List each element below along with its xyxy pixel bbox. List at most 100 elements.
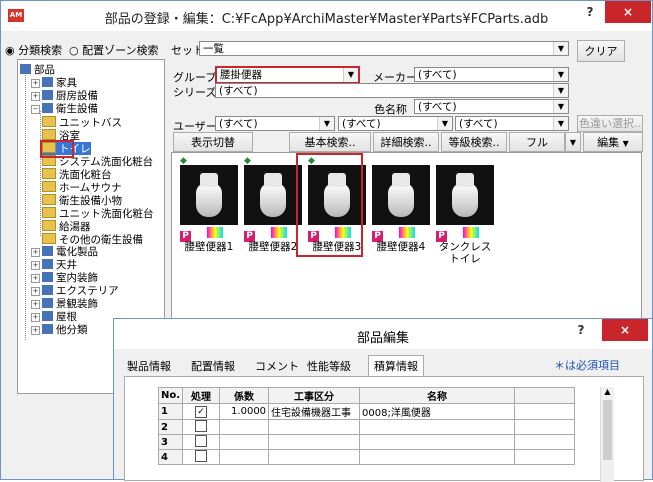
color-combo[interactable]: (すべて) ▼	[414, 99, 569, 114]
tree-item[interactable]: + 厨房設備	[31, 90, 98, 103]
name-cell[interactable]	[359, 449, 516, 465]
tree-item[interactable]: + エクステリア	[31, 285, 119, 298]
clear-button[interactable]: クリア	[577, 40, 625, 62]
full-button[interactable]: フル	[509, 132, 565, 152]
tree-item-label: ユニットバス	[59, 117, 122, 129]
tab-product-info[interactable]: 製品情報	[127, 358, 171, 374]
process-checkbox[interactable]: ✓	[195, 406, 208, 418]
table-row[interactable]: 2	[158, 419, 576, 435]
factor-cell[interactable]	[219, 419, 270, 435]
part-thumbnail[interactable]: P 腰壁便器4	[372, 165, 430, 253]
expand-toggle-icon[interactable]: +	[31, 92, 40, 101]
factor-cell[interactable]: 1.0000	[219, 403, 270, 420]
full-dropdown-button[interactable]: ▼	[565, 132, 581, 152]
chevron-down-icon: ▼	[343, 68, 358, 82]
expand-toggle-icon[interactable]: −	[31, 105, 40, 114]
tab-comment[interactable]: コメント	[255, 358, 299, 374]
close-button[interactable]: ×	[605, 1, 651, 23]
maker-combo[interactable]: (すべて) ▼	[414, 67, 569, 82]
part-thumbnail[interactable]: P 腰壁便器2 ◆	[244, 156, 302, 253]
tree-item[interactable]: 衛生設備小物	[42, 194, 122, 207]
category-cell[interactable]: 住宅設備機器工事	[268, 403, 361, 420]
table-row[interactable]: 3	[158, 434, 576, 450]
tree-item[interactable]: + 他分類	[31, 324, 88, 337]
set-combo[interactable]: 一覧 ▼	[199, 41, 569, 56]
table-scrollbar[interactable]: ▲	[600, 387, 614, 482]
grade-search-button[interactable]: 等級検索..	[441, 132, 507, 152]
category-cell[interactable]	[268, 449, 361, 465]
scrollbar-thumb[interactable]	[603, 400, 612, 460]
tree-item[interactable]: 洗面化粧台	[42, 168, 112, 181]
detail-search-button[interactable]: 詳細検索..	[373, 132, 439, 152]
color-variant-button[interactable]: 色違い選択..	[577, 115, 643, 132]
tab-performance[interactable]: 性能等級	[307, 358, 351, 374]
tree-item[interactable]: ホームサウナ	[42, 181, 122, 194]
tree-item[interactable]: 部品	[20, 64, 55, 77]
dialog-help-button[interactable]: ?	[566, 319, 596, 341]
expand-toggle-icon[interactable]: +	[31, 313, 40, 322]
tab-placement-info[interactable]: 配置情報	[191, 358, 235, 374]
part-thumbnail[interactable]: P タンクレストイレ	[436, 165, 494, 265]
expand-toggle-icon[interactable]: +	[31, 287, 40, 296]
help-button[interactable]: ?	[575, 1, 605, 23]
category-cell[interactable]	[268, 419, 361, 435]
user-combo-3[interactable]: (すべて) ▼	[455, 116, 569, 131]
expand-toggle-icon[interactable]: +	[31, 300, 40, 309]
tree-item[interactable]: 給湯器	[42, 220, 91, 233]
tree-item[interactable]: + 家具	[31, 77, 77, 90]
name-cell[interactable]	[359, 434, 516, 450]
category-book-icon	[42, 298, 53, 308]
chevron-down-icon: ▼	[622, 139, 629, 148]
tree-item[interactable]: ユニット洗面化粧台	[42, 207, 154, 220]
tree-item[interactable]: + 景観装飾	[31, 298, 98, 311]
edit-menu-button[interactable]: 編集 ▼	[583, 132, 643, 152]
expand-toggle-icon[interactable]: +	[31, 274, 40, 283]
part-edit-dialog: 部品編集 ? × ＊は必須項目 製品情報 配置情報 コメント 性能等級 積算情報…	[113, 318, 653, 482]
set-value: 一覧	[203, 43, 224, 55]
radio-category[interactable]: ◉ 分類検索	[5, 42, 62, 58]
expand-toggle-icon[interactable]: +	[31, 79, 40, 88]
table-row[interactable]: 1 ✓ 1.0000 住宅設備機器工事 0008;洋風便器	[158, 403, 576, 420]
tab-estimate[interactable]: 積算情報	[368, 355, 424, 377]
expand-toggle-icon[interactable]: +	[31, 326, 40, 335]
table-row[interactable]: 4	[158, 449, 576, 465]
factor-cell[interactable]	[219, 434, 270, 450]
tree-item-label: 家具	[56, 77, 77, 89]
category-book-icon	[42, 246, 53, 256]
category-cell[interactable]	[268, 434, 361, 450]
user-combo-2[interactable]: (すべて) ▼	[338, 116, 453, 131]
name-cell[interactable]: 0008;洋風便器	[359, 403, 516, 420]
radio-zone[interactable]: ○ 配置ゾーン検索	[69, 42, 159, 58]
col-blank	[514, 387, 576, 404]
toilet-image	[436, 165, 494, 225]
factor-cell[interactable]	[219, 449, 270, 465]
group-value: 腰掛便器	[220, 69, 262, 81]
group-combo[interactable]: 腰掛便器 ▼	[215, 66, 360, 84]
dialog-close-button[interactable]: ×	[602, 319, 648, 341]
user-combo-1[interactable]: (すべて) ▼	[215, 116, 335, 131]
name-cell[interactable]	[359, 419, 516, 435]
series-combo[interactable]: (すべて) ▼	[215, 83, 569, 98]
expand-toggle-icon[interactable]: +	[31, 248, 40, 257]
selected-part-highlight	[296, 153, 363, 257]
folder-icon	[42, 168, 56, 179]
tree-item[interactable]: + 室内装飾	[31, 272, 98, 285]
folder-icon	[42, 129, 56, 140]
process-cell	[182, 434, 221, 450]
basic-search-button[interactable]: 基本検索..	[289, 132, 371, 152]
process-checkbox[interactable]	[195, 435, 208, 447]
process-checkbox[interactable]	[195, 420, 208, 432]
tree-item[interactable]: − 衛生設備	[31, 103, 98, 116]
tree-item[interactable]: + 天井	[31, 259, 77, 272]
tree-item[interactable]: + 屋根	[31, 311, 77, 324]
col-name: 名称	[359, 387, 516, 404]
chevron-down-icon: ▼	[553, 84, 568, 97]
part-thumbnail[interactable]: P 腰壁便器1 ◆	[180, 156, 238, 253]
tree-item[interactable]: その他の衛生設備	[42, 233, 143, 246]
tree-item[interactable]: ユニットバス	[42, 116, 122, 129]
process-checkbox[interactable]	[195, 450, 208, 462]
expand-toggle-icon[interactable]: +	[31, 261, 40, 270]
tree-item[interactable]: + 電化製品	[31, 246, 98, 259]
tree-item-label: 電化製品	[56, 246, 98, 258]
display-toggle-button[interactable]: 表示切替	[173, 132, 253, 152]
